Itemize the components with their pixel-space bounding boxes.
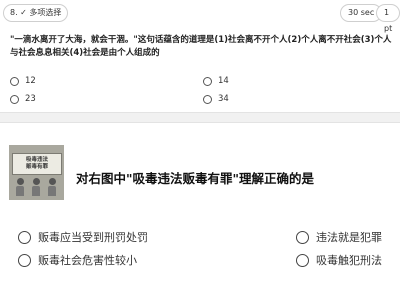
question-card-2: 吸毒违法贩毒有罪 对右图中"吸毒违法贩毒有罪"理解正确的是 贩毒应当受到刑罚处罚… <box>0 122 400 283</box>
option-4[interactable]: 吸毒触犯刑法 <box>296 252 382 268</box>
option-1[interactable]: 12 <box>10 76 36 86</box>
question-text: 对右图中"吸毒违法贩毒有罪"理解正确的是 <box>76 171 315 186</box>
option-2[interactable]: 14 <box>203 76 229 86</box>
sign-text: 吸毒违法贩毒有罪 <box>15 157 59 171</box>
person-figure <box>15 178 25 196</box>
sign-text-right: 贩毒有罪 <box>25 164 48 170</box>
question-image: 吸毒违法贩毒有罪 <box>9 145 64 200</box>
option-2[interactable]: 违法就是犯罪 <box>296 229 382 245</box>
option-3[interactable]: 23 <box>10 94 36 104</box>
points-badge[interactable]: 1 pt <box>376 4 400 33</box>
option-label: 12 <box>25 76 36 86</box>
sign-board: 吸毒违法贩毒有罪 <box>12 153 62 175</box>
radio-icon[interactable] <box>18 253 31 267</box>
option-label: 34 <box>218 94 229 104</box>
radio-icon[interactable] <box>10 94 19 104</box>
question-type-badge[interactable]: 8. ✓ 多项选择 <box>3 4 69 22</box>
radio-icon[interactable] <box>18 230 31 244</box>
radio-icon[interactable] <box>203 76 212 86</box>
question-card-1: 8. ✓ 多项选择 30 sec 1 pt "一滴水离开了大海，就会干涸。"这句… <box>0 0 400 113</box>
person-figure <box>31 178 41 196</box>
option-1[interactable]: 贩毒应当受到刑罚处罚 <box>18 229 148 245</box>
option-4[interactable]: 34 <box>203 94 229 104</box>
option-label: 14 <box>218 76 229 86</box>
radio-icon[interactable] <box>203 94 212 104</box>
option-label: 贩毒应当受到刑罚处罚 <box>38 231 148 244</box>
radio-icon[interactable] <box>296 230 309 244</box>
option-label: 贩毒社会危害性较小 <box>38 254 137 267</box>
question-text: "一滴水离开了大海，就会干涸。"这句话蕴含的道理是(1)社会离不开个人(2)个人… <box>10 35 392 58</box>
option-label: 吸毒触犯刑法 <box>316 254 382 267</box>
sign-text-left: 吸毒违法 <box>25 157 48 163</box>
option-label: 违法就是犯罪 <box>316 231 382 244</box>
option-3[interactable]: 贩毒社会危害性较小 <box>18 252 137 268</box>
option-label: 23 <box>25 94 36 104</box>
radio-icon[interactable] <box>296 253 309 267</box>
person-figure <box>47 178 57 196</box>
radio-icon[interactable] <box>10 76 19 86</box>
